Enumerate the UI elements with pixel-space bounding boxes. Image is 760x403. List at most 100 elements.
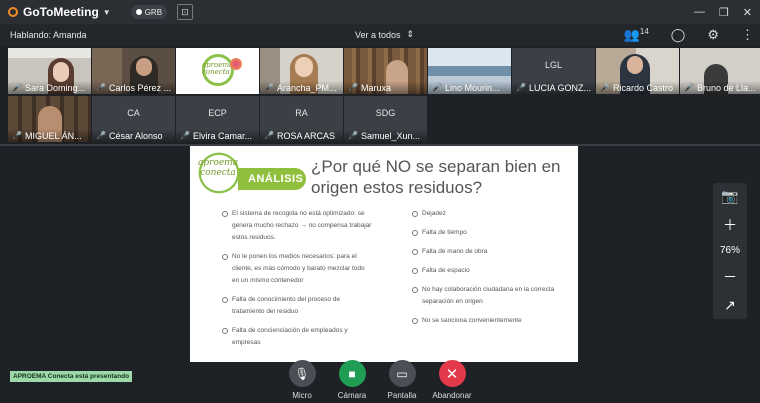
shared-screen-slide: aproema conecta ANÁLISIS ¿Por qué NO se … — [190, 146, 578, 362]
sort-arrows-icon: ⇕ — [406, 29, 415, 39]
participant-tile[interactable]: 🎤 Lino Mourin... — [428, 48, 511, 94]
participant-tile[interactable]: aproema conecta — [176, 48, 259, 94]
minus-icon: － — [723, 268, 737, 285]
participant-tile[interactable]: RA 🎤 ROSA ARCAS — [260, 96, 343, 142]
participant-initials: LGL — [544, 60, 562, 70]
mic-muted-icon: 🎤 — [12, 131, 22, 140]
mic-muted-icon: 🎤 — [264, 83, 274, 92]
analysis-tag: ANÁLISIS — [238, 168, 306, 190]
leave-control[interactable]: ✕ Abandonar — [432, 360, 472, 400]
bullet-item: No hay colaboración ciudadana en la corr… — [412, 284, 572, 308]
account-badge-label: GRB — [144, 7, 163, 17]
external-link-icon: ↗ — [724, 296, 736, 313]
attendees-button[interactable]: 👥14 — [624, 27, 649, 43]
participant-tile[interactable]: ECP 🎤 Elvira Camar... — [176, 96, 259, 142]
participant-tile[interactable]: 🎤 Arancha_PM... — [260, 48, 343, 94]
active-speaker-label: Hablando: Amanda — [10, 30, 87, 40]
video-camera-icon: ■ — [348, 366, 356, 381]
participant-tile[interactable]: LGL 🎤 LUCIA GONZ... — [512, 48, 595, 94]
app-title: GoToMeeting — [23, 5, 99, 19]
participant-tile[interactable]: 🎤 Maruxa — [344, 48, 427, 94]
participant-name: 🎤 MIGUEL ÁN... — [8, 129, 91, 142]
bullet-item: Falta de tiempo — [412, 227, 572, 239]
bullet-item: Dejadez — [412, 208, 572, 220]
plus-icon: ＋ — [723, 217, 737, 234]
bullet-item: No le ponen los medios necesarios: para … — [222, 251, 372, 287]
mic-control[interactable]: 🎙 Micro — [285, 360, 319, 400]
pop-out-button[interactable]: ↗ — [724, 297, 736, 314]
participant-name: 🎤 ROSA ARCAS — [260, 129, 343, 142]
leave-label: Abandonar — [432, 391, 472, 400]
participant-name: 🎤 Arancha_PM... — [260, 81, 343, 94]
chat-bubble-icon: ◯ — [670, 27, 686, 42]
close-window-button[interactable]: ✕ — [743, 6, 752, 19]
maximize-button[interactable]: ❐ — [719, 6, 729, 19]
app-menu[interactable]: GoToMeeting ▼ — [8, 5, 111, 19]
bullet-item: Falta de concienciación de empleados y e… — [222, 325, 372, 349]
mic-off-icon: 🎙 — [294, 366, 310, 381]
participant-name: 🎤 Sara Doming... — [8, 81, 91, 94]
presenting-banner: APROEMA Conecta está presentando — [10, 371, 133, 382]
slide-title: ¿Por qué NO se separan bien en origen es… — [311, 157, 561, 197]
more-options-button[interactable]: ⋮ — [741, 27, 754, 43]
zoom-out-button[interactable]: － — [723, 267, 737, 287]
zoom-in-button[interactable]: ＋ — [723, 215, 737, 235]
bullet-item: Falta de espacio — [412, 265, 572, 277]
left-bullet-list: El sistema de recogida no está optimizad… — [222, 208, 372, 356]
bullet-item: No se sanciona convenientemente — [412, 315, 572, 327]
camera-label: Cámara — [337, 391, 367, 400]
bullet-item: Falta de conocimiento del proceso de tra… — [222, 294, 372, 318]
screenshot-button[interactable]: 📷 — [721, 188, 738, 205]
kebab-menu-icon: ⋮ — [741, 27, 754, 42]
mic-muted-icon: 🎤 — [432, 83, 442, 92]
participant-name: 🎤 LUCIA GONZ... — [512, 81, 595, 94]
participant-tile[interactable]: 🎤 MIGUEL ÁN... — [8, 96, 91, 142]
participant-grid: 🎤 Sara Doming... 🎤 Carlos Pérez ... aproem… — [0, 48, 760, 144]
chat-button[interactable]: ◯ — [671, 27, 686, 43]
account-badge[interactable]: GRB — [130, 5, 168, 19]
participant-name: 🎤 Carlos Pérez ... — [92, 81, 175, 94]
participant-initials: CA — [127, 108, 140, 118]
zoom-level: 76% — [719, 245, 740, 257]
screen-control[interactable]: ▭ Pantalla — [385, 360, 419, 400]
participant-name: 🎤 César Alonso — [92, 129, 175, 142]
lock-icon: ⊡ — [181, 6, 189, 17]
attendee-count: 14 — [639, 27, 649, 36]
participant-tile[interactable]: 🎤 Sara Doming... — [8, 48, 91, 94]
participant-initials: RA — [295, 108, 308, 118]
view-all-button[interactable]: Ver a todos ⇕ — [355, 29, 414, 40]
chevron-down-icon: ▼ — [102, 7, 111, 17]
settings-button[interactable]: ⚙ — [707, 27, 719, 43]
lock-meeting-button[interactable]: ⊡ — [177, 4, 194, 20]
camera-button[interactable]: ■ — [338, 360, 366, 387]
participant-tile[interactable]: CA 🎤 César Alonso — [92, 96, 175, 142]
mic-label: Micro — [292, 391, 312, 400]
meeting-subheader: Hablando: Amanda Ver a todos ⇕ 👥14 ◯ ⚙ ⋮ — [0, 24, 760, 46]
participant-tile[interactable]: 🎤 Bruno de Lla... — [680, 48, 760, 94]
mic-muted-icon: 🎤 — [12, 83, 22, 92]
screen-share-button[interactable]: ▭ — [388, 360, 416, 387]
mic-muted-icon: 🎤 — [264, 131, 274, 140]
bullet-item: Falta de mano de obra — [412, 246, 572, 258]
window-controls: — ❐ ✕ — [694, 6, 752, 19]
mic-muted-icon: 🎤 — [516, 83, 526, 92]
camera-control[interactable]: ■ Cámara — [335, 360, 369, 400]
participant-tile[interactable]: 🎤 Ricardo Castro — [596, 48, 679, 94]
screen-label: Pantalla — [387, 391, 417, 400]
participant-name: 🎤 Lino Mourin... — [428, 81, 511, 94]
participant-tile[interactable]: 🎤 Carlos Pérez ... — [92, 48, 175, 94]
participant-tile[interactable]: SDG 🎤 Samuel_Xun... — [344, 96, 427, 142]
close-icon: ✕ — [445, 365, 459, 383]
camera-snapshot-icon: 📷 — [721, 188, 739, 205]
minimize-button[interactable]: — — [694, 6, 705, 19]
right-bullet-list: Dejadez Falta de tiempo Falta de mano de… — [412, 208, 572, 334]
leave-button[interactable]: ✕ — [438, 360, 466, 387]
mic-muted-icon: 🎤 — [96, 83, 106, 92]
participant-name: 🎤 Samuel_Xun... — [344, 129, 427, 142]
mic-button[interactable]: 🎙 — [288, 360, 316, 387]
screen-off-icon: ▭ — [396, 366, 408, 381]
participant-name: 🎤 Elvira Camar... — [176, 129, 259, 142]
view-all-label: Ver a todos — [355, 29, 401, 40]
participant-name: 🎤 Ricardo Castro — [596, 81, 679, 94]
gear-icon: ⚙ — [707, 27, 719, 42]
